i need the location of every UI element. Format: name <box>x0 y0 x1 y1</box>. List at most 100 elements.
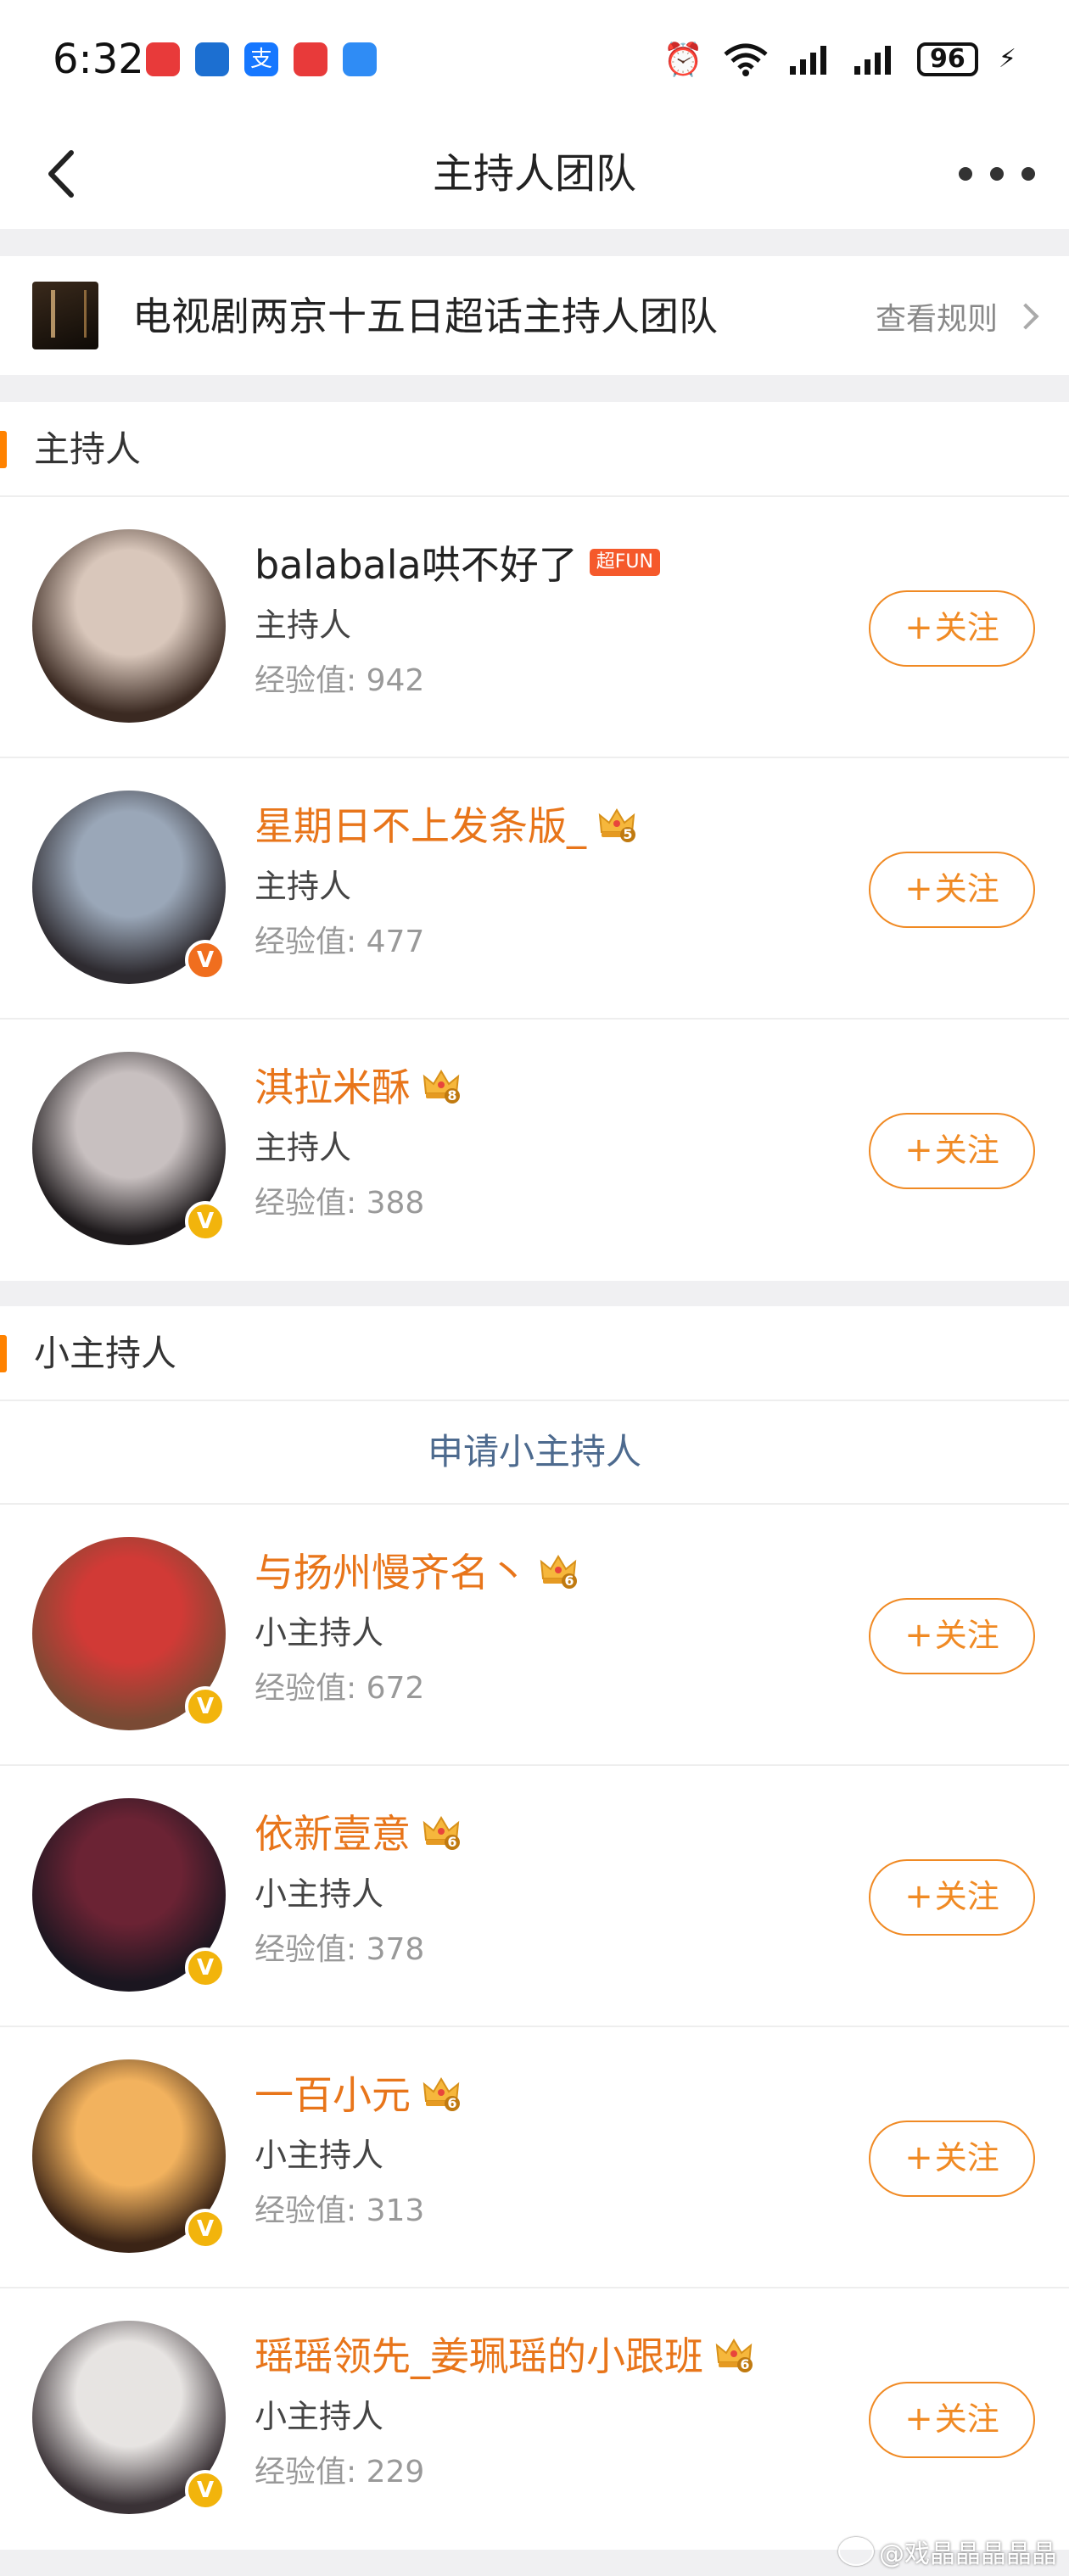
host-role: 小主持人 <box>255 2137 384 2174</box>
host-experience: 经验值: 388 <box>255 1186 425 1221</box>
plus-icon: + <box>904 1616 933 1655</box>
host-row[interactable]: V 瑶瑶领先_姜珮瑶的小跟班 6 小主持人经验值: 229 +关注 <box>0 2288 1069 2550</box>
host-row[interactable]: V 星期日不上发条版_ 5 主持人经验值: 477 +关注 <box>0 758 1069 1020</box>
follow-label: 关注 <box>934 1132 999 1169</box>
host-experience: 经验值: 378 <box>255 1932 425 1967</box>
status-bar: 6:32 支 ⏰ 96 ⚡ <box>0 0 1069 119</box>
plus-icon: + <box>904 2400 933 2439</box>
host-name: 瑶瑶领先_姜珮瑶的小跟班 <box>255 2333 703 2379</box>
status-indicators: ⏰ 96 ⚡ <box>663 39 1016 80</box>
follow-label: 关注 <box>934 2400 999 2438</box>
host-role: 小主持人 <box>255 1875 384 1913</box>
alarm-icon: ⏰ <box>663 41 703 78</box>
signal-icon <box>789 46 826 75</box>
host-name-row[interactable]: balabala哄不好了 超FUN <box>255 533 660 592</box>
wifi-icon <box>724 43 768 76</box>
watermark-text: @戏晶晶晶晶晶 <box>879 2540 1057 2569</box>
host-role: 主持人 <box>255 868 352 905</box>
view-rules-label: 查看规则 <box>875 302 998 337</box>
topic-thumbnail <box>32 282 98 349</box>
host-role: 主持人 <box>255 1129 352 1166</box>
host-name: 一百小元 <box>255 2072 411 2118</box>
host-name-row[interactable]: 与扬州慢齐名丶 6 <box>255 1540 577 1600</box>
more-dot-icon <box>1021 167 1035 181</box>
host-experience: 经验值: 313 <box>255 2193 425 2228</box>
host-role: 小主持人 <box>255 2398 384 2435</box>
verified-badge-icon: V <box>185 2209 226 2249</box>
verified-badge-icon: V <box>185 1686 226 1727</box>
crown-level-icon: 6 <box>423 2076 460 2111</box>
host-name-row[interactable]: 瑶瑶领先_姜珮瑶的小跟班 6 <box>255 2324 753 2383</box>
bank-app-icon <box>195 42 229 76</box>
huawei-mall-app-icon <box>146 42 180 76</box>
more-dot-icon <box>959 167 972 181</box>
host-name: 淇拉米酥 <box>255 1064 411 1110</box>
host-name: 星期日不上发条版_ <box>255 803 586 849</box>
follow-button[interactable]: +关注 <box>869 590 1035 667</box>
crown-level-icon: 6 <box>715 2337 753 2372</box>
host-experience: 经验值: 229 <box>255 2455 425 2489</box>
follow-button[interactable]: +关注 <box>869 2121 1035 2197</box>
host-role: 小主持人 <box>255 1614 384 1651</box>
verified-badge-icon: V <box>185 1947 226 1988</box>
verified-badge-icon: V <box>185 1201 226 1242</box>
status-time: 6:32 <box>53 36 144 83</box>
host-row[interactable]: V 一百小元 6 小主持人经验值: 313 +关注 <box>0 2027 1069 2288</box>
super-topic-row[interactable]: 电视剧两京十五日超话主持人团队 查看规则 <box>0 256 1069 375</box>
chevron-right-icon <box>1012 303 1039 330</box>
battery-indicator: 96 <box>916 42 978 76</box>
huawei-mall-app-icon <box>294 42 327 76</box>
plus-icon: + <box>904 1877 933 1916</box>
host-row[interactable]: V 依新壹意 6 小主持人经验值: 378 +关注 <box>0 1766 1069 2027</box>
section-accent-bar <box>0 1335 7 1372</box>
verified-badge-icon: V <box>185 2470 226 2511</box>
more-dot-icon <box>990 167 1004 181</box>
crown-level-icon: 5 <box>598 807 635 842</box>
crown-level-icon: 6 <box>540 1553 577 1589</box>
follow-button[interactable]: +关注 <box>869 1598 1035 1674</box>
host-experience: 经验值: 477 <box>255 925 425 959</box>
plus-icon: + <box>904 1131 933 1170</box>
follow-button[interactable]: +关注 <box>869 1859 1035 1936</box>
avatar[interactable] <box>32 529 226 723</box>
section-title: 小主持人 <box>34 1333 177 1374</box>
section-header-hosts: 主持人 <box>0 402 1069 497</box>
host-row[interactable]: V 淇拉米酥 8 主持人经验值: 388 +关注 <box>0 1020 1069 1281</box>
nav-bar: 主持人团队 <box>0 119 1069 229</box>
weibo-logo-icon <box>838 2537 874 2566</box>
chevron-left-icon <box>48 150 74 198</box>
host-row[interactable]: V 与扬州慢齐名丶 6 小主持人 经验值: 672 +关注 <box>0 1505 1069 1766</box>
weibo-watermark: @戏晶晶晶晶晶 <box>838 2533 1057 2570</box>
follow-button[interactable]: +关注 <box>869 1113 1035 1189</box>
verified-badge-icon: V <box>185 940 226 981</box>
follow-button[interactable]: +关注 <box>869 852 1035 928</box>
super-fun-badge: 超FUN <box>589 549 660 576</box>
crown-level-number: 6 <box>737 2357 753 2372</box>
host-name-row[interactable]: 一百小元 6 <box>255 2063 460 2122</box>
crown-level-number: 6 <box>562 1573 577 1589</box>
host-role: 主持人 <box>255 606 352 644</box>
section-header-junior-hosts: 小主持人 <box>0 1306 1069 1401</box>
crown-level-number: 8 <box>445 1088 460 1104</box>
follow-label: 关注 <box>934 1617 999 1654</box>
host-row[interactable]: balabala哄不好了 超FUN 主持人 经验值: 942 +关注 <box>0 497 1069 758</box>
crown-level-icon: 8 <box>423 1068 460 1104</box>
weather-app-icon <box>343 42 377 76</box>
host-name: balabala哄不好了 <box>255 542 578 588</box>
section-title: 主持人 <box>34 428 142 470</box>
plus-icon: + <box>904 869 933 908</box>
host-name-row[interactable]: 依新壹意 6 <box>255 1802 460 1861</box>
host-name: 依新壹意 <box>255 1811 411 1857</box>
topic-name: 电视剧两京十五日超话主持人团队 <box>132 293 718 339</box>
follow-label: 关注 <box>934 2139 999 2176</box>
page-title: 主持人团队 <box>432 150 636 198</box>
plus-icon: + <box>904 2138 933 2177</box>
more-options-button[interactable] <box>959 153 1035 195</box>
back-button[interactable] <box>34 144 93 204</box>
host-name-row[interactable]: 星期日不上发条版_ 5 <box>255 794 635 853</box>
view-rules-link[interactable]: 查看规则 <box>875 287 1039 346</box>
follow-button[interactable]: +关注 <box>869 2382 1035 2458</box>
follow-label: 关注 <box>934 870 999 908</box>
apply-junior-host-button[interactable]: 申请小主持人 <box>0 1401 1069 1505</box>
host-name-row[interactable]: 淇拉米酥 8 <box>255 1055 460 1115</box>
